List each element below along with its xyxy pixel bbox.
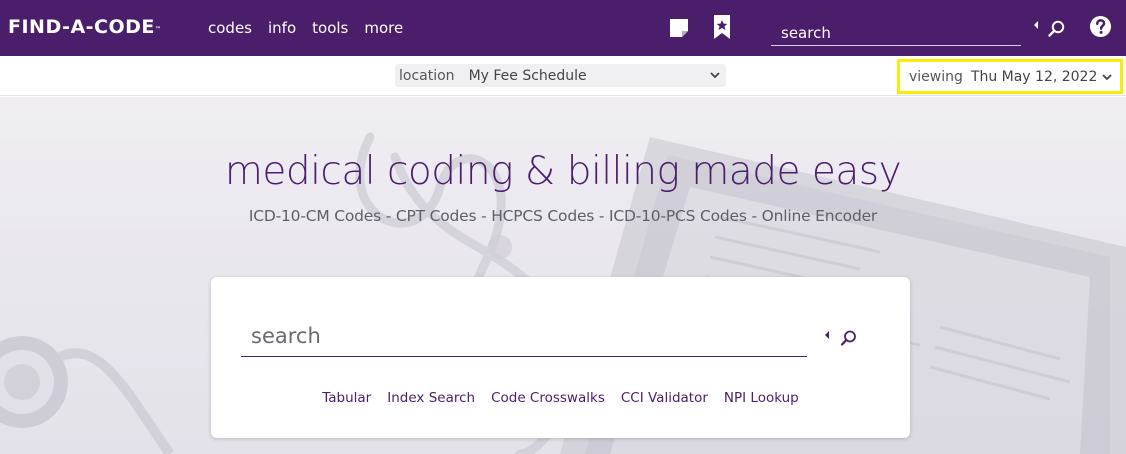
viewing-date-select[interactable]: viewing Thu May 12, 2022	[897, 59, 1123, 94]
link-index-search[interactable]: Index Search	[387, 390, 475, 406]
link-cci-validator[interactable]: CCI Validator	[621, 390, 708, 406]
caret-left-icon	[825, 331, 829, 339]
find-a-code-logo[interactable]: FIND-A-CODE™	[8, 12, 161, 42]
sticky-note-icon[interactable]	[668, 17, 690, 39]
nav-tools[interactable]: tools	[312, 19, 348, 37]
main-nav: codes info tools more	[208, 0, 419, 56]
link-tabular[interactable]: Tabular	[322, 390, 371, 406]
question-circle-icon[interactable]	[1089, 15, 1112, 38]
header-search-button[interactable]	[1032, 18, 1066, 40]
caret-left-icon	[1034, 21, 1038, 29]
location-select[interactable]: location My Fee Schedule	[395, 64, 726, 87]
hero-headline: medical coding & billing made easy	[224, 149, 902, 194]
nav-more[interactable]: more	[364, 19, 403, 37]
bookmark-star-icon[interactable]	[712, 14, 732, 40]
code-search-input[interactable]	[241, 312, 807, 357]
location-label: location	[399, 67, 455, 84]
quick-links: Tabular Index Search Code Crosswalks CCI…	[211, 390, 910, 406]
magnifier-icon	[840, 330, 856, 346]
link-code-crosswalks[interactable]: Code Crosswalks	[491, 390, 605, 406]
hero-section: medical coding & billing made easy ICD-1…	[0, 97, 1126, 454]
nav-codes[interactable]: codes	[208, 19, 252, 37]
logo-text: FIND-A-CODE	[8, 16, 155, 38]
viewing-label: viewing	[909, 68, 963, 85]
search-card: Tabular Index Search Code Crosswalks CCI…	[211, 277, 910, 438]
code-search-button[interactable]	[823, 329, 859, 349]
hero-subheadline: ICD-10-CM Codes - CPT Codes - HCPCS Code…	[248, 207, 878, 225]
chevron-down-icon	[1102, 74, 1112, 81]
link-npi-lookup[interactable]: NPI Lookup	[724, 390, 799, 406]
location-value: My Fee Schedule	[468, 67, 587, 84]
nav-info[interactable]: info	[268, 19, 296, 37]
header-search-input[interactable]	[771, 14, 1021, 46]
top-nav-bar: FIND-A-CODE™ codes info tools more	[0, 0, 1126, 56]
viewing-date-value: Thu May 12, 2022	[970, 68, 1098, 85]
magnifier-icon	[1048, 20, 1065, 37]
chevron-down-icon	[710, 72, 720, 79]
logo-trademark: ™	[154, 26, 162, 33]
